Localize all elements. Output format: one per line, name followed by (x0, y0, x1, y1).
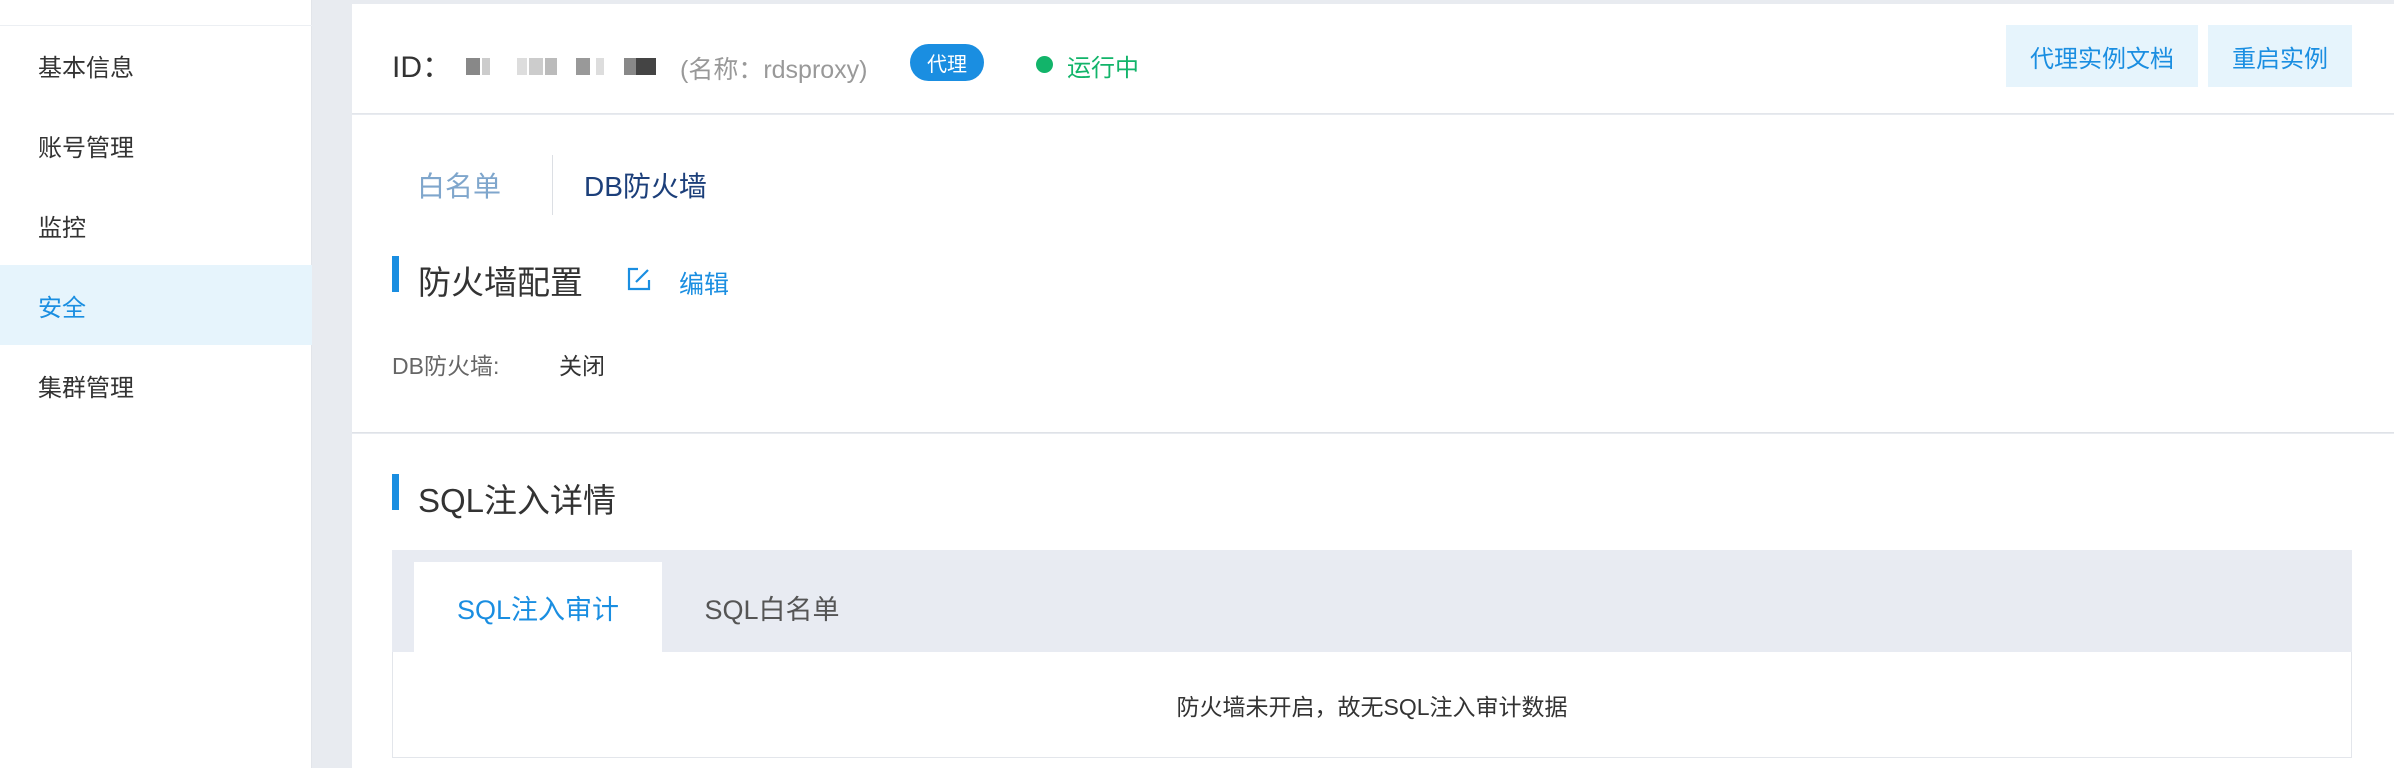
sidebar-item-security[interactable]: 安全 (0, 265, 312, 345)
tab-sql-whitelist[interactable]: SQL白名单 (662, 562, 882, 652)
sidebar-top-divider (0, 0, 312, 26)
sidebar-item-label: 基本信息 (38, 54, 134, 82)
tab-divider (552, 155, 553, 215)
instance-id-label: ID： (392, 51, 452, 84)
sidebar-item-monitoring[interactable]: 监控 (0, 185, 312, 265)
firewall-card: 白名单 DB防火墙 防火墙配置 编辑 DB防火墙: 关闭 (352, 115, 2394, 433)
sidebar-item-accounts[interactable]: 账号管理 (0, 105, 312, 185)
sidebar-item-basic-info[interactable]: 基本信息 (0, 25, 312, 105)
instance-header: ID： (名称：rdsproxy) 代理 运行中 代理实例文档 重启实例 (352, 4, 2394, 114)
sidebar-item-label: 监控 (38, 214, 86, 242)
proxy-doc-button[interactable]: 代理实例文档 (2006, 25, 2198, 87)
sidebar: 基本信息 账号管理 监控 安全 集群管理 (0, 0, 312, 768)
restart-instance-button[interactable]: 重启实例 (2208, 25, 2352, 87)
instance-name: (名称：rdsproxy) (680, 56, 868, 84)
edit-icon[interactable] (626, 266, 652, 292)
sql-audit-panel: 防火墙未开启，故无SQL注入审计数据 (392, 652, 2352, 758)
tab-db-firewall[interactable]: DB防火墙 (584, 165, 707, 205)
proxy-badge: 代理 (910, 44, 984, 81)
tab-whitelist[interactable]: 白名单 (417, 165, 501, 205)
sql-injection-title: SQL注入详情 (418, 482, 617, 519)
section-marker (392, 474, 399, 510)
db-firewall-label: DB防火墙: (392, 353, 500, 379)
db-firewall-value: 关闭 (559, 353, 605, 379)
section-marker (392, 256, 399, 292)
empty-message: 防火墙未开启，故无SQL注入审计数据 (1176, 693, 1568, 720)
sidebar-item-label: 集群管理 (38, 374, 134, 402)
tab-sql-audit[interactable]: SQL注入审计 (414, 562, 662, 652)
status-dot-icon (1036, 56, 1053, 73)
sql-injection-card: SQL注入详情 SQL注入审计 SQL白名单 防火墙未开启，故无SQL注入审计数… (352, 434, 2394, 768)
sidebar-item-cluster[interactable]: 集群管理 (0, 345, 312, 425)
sidebar-item-label: 账号管理 (38, 134, 134, 162)
sidebar-item-label: 安全 (38, 294, 86, 322)
firewall-config-title: 防火墙配置 (418, 264, 583, 301)
status-text: 运行中 (1067, 55, 1139, 82)
edit-link[interactable]: 编辑 (679, 265, 729, 301)
